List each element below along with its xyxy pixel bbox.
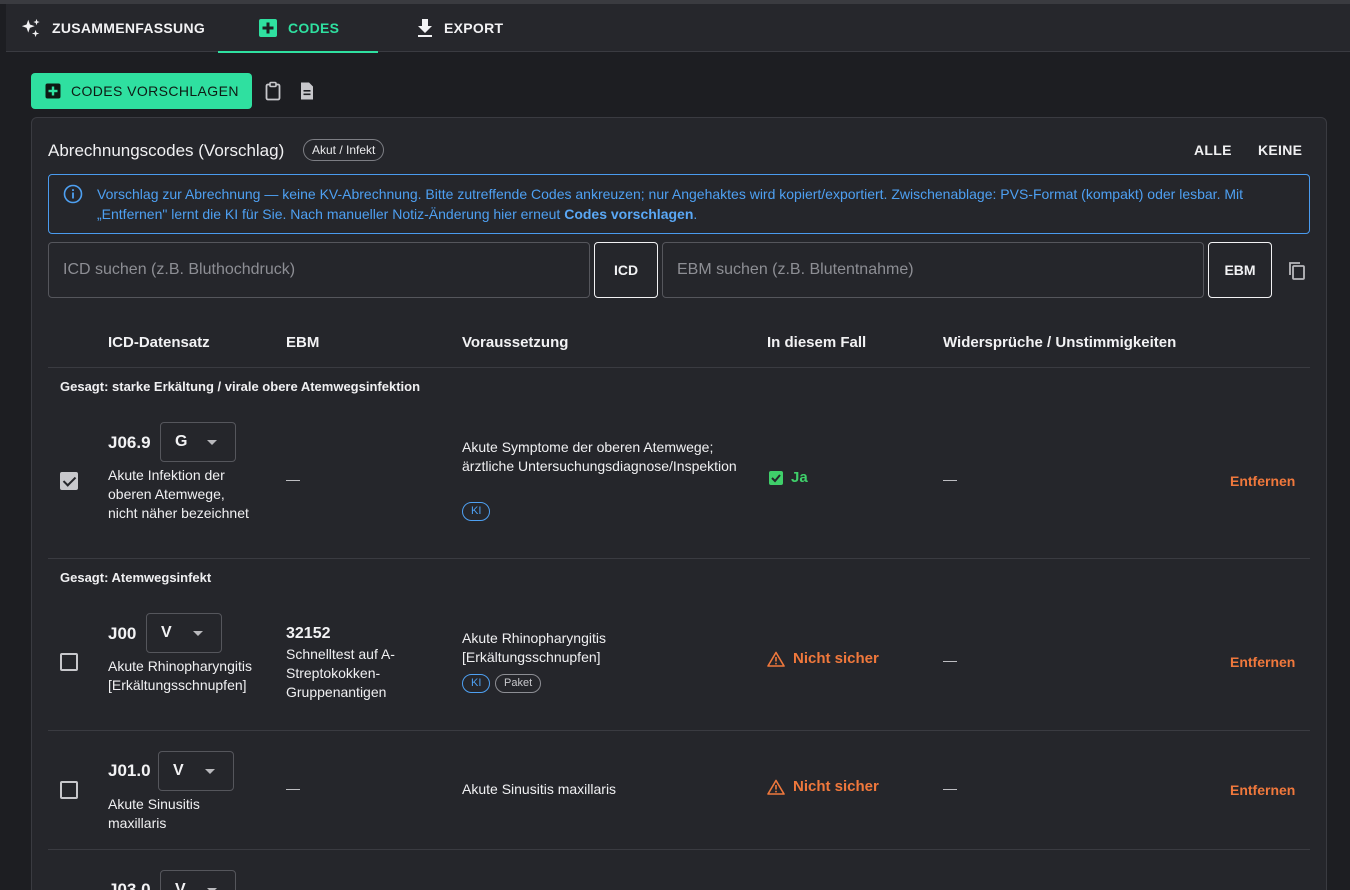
status-yes: Ja — [769, 469, 808, 486]
remove-button[interactable]: Entfernen — [1230, 782, 1295, 798]
requirement-text: Akute Sinusitis maxillaris — [462, 781, 617, 797]
icd-code: J01.0 — [108, 761, 151, 780]
check-box-icon — [769, 470, 783, 485]
group-label: Gesagt: starke Erkältung / virale obere … — [60, 379, 421, 394]
context-chip: Akut / Infekt — [303, 139, 385, 161]
tab-zusammenfassung[interactable]: ZUSAMMENFASSUNG — [20, 4, 205, 52]
plus-box-icon — [259, 19, 277, 37]
row-checkbox[interactable] — [60, 653, 78, 671]
ebm-empty: — — [286, 471, 300, 487]
ebm-code: 32152 — [286, 625, 331, 642]
conflicts-empty: — — [943, 652, 957, 668]
ebm-description: Schnelltest auf A-Streptokokken-Gruppena… — [286, 646, 395, 700]
row-divider — [48, 849, 1310, 850]
icd-search-button[interactable]: ICD — [594, 242, 658, 298]
info-icon — [63, 184, 83, 204]
icd-code: J06.9 — [108, 433, 151, 452]
tab-label: ZUSAMMENFASSUNG — [52, 20, 206, 36]
tab-codes[interactable]: CODES — [218, 4, 378, 53]
col-header-requirement[interactable]: Voraussetzung — [462, 334, 568, 351]
suggest-codes-button[interactable]: CODES VORSCHLAGEN — [31, 73, 252, 109]
qualifier-value: V — [173, 762, 184, 779]
select-all-button[interactable]: ALLE — [1194, 142, 1232, 158]
col-header-ebm[interactable]: EBM — [286, 334, 319, 351]
group-label: Gesagt: Atemwegsinfekt — [60, 570, 212, 585]
icd-description: Akute Sinusitis maxillaris — [108, 796, 200, 831]
qualifier-value: G — [175, 433, 188, 450]
header-divider — [48, 367, 1310, 368]
chevron-down-icon — [205, 769, 215, 774]
icd-description: Akute Infektion der oberen Atemwege, nic… — [108, 467, 249, 521]
col-header-this-case[interactable]: In diesem Fall — [767, 334, 866, 351]
qualifier-select[interactable]: V — [160, 870, 236, 890]
document-icon[interactable] — [297, 81, 317, 101]
status-unsure: Nicht sicher — [767, 650, 879, 667]
suggest-codes-label: CODES VORSCHLAGEN — [71, 83, 239, 99]
info-alert: Vorschlag zur Abrechnung — keine KV-Abre… — [48, 174, 1310, 234]
remove-button[interactable]: Entfernen — [1230, 473, 1295, 489]
ki-badge: KI — [462, 502, 491, 521]
warning-icon — [767, 779, 785, 795]
row-divider — [48, 558, 1310, 559]
qualifier-select[interactable]: V — [146, 613, 222, 653]
status-unsure: Nicht sicher — [767, 778, 879, 795]
requirement-text: Akute Rhinopharyngitis [Erkältungsschnup… — [462, 630, 606, 665]
clipboard-icon[interactable] — [263, 81, 283, 101]
remove-button[interactable]: Entfernen — [1230, 654, 1295, 670]
qualifier-select[interactable]: G — [160, 422, 236, 462]
tab-export[interactable]: EXPORT — [416, 4, 503, 52]
ebm-search-input[interactable] — [662, 242, 1204, 298]
status-label: Nicht sicher — [793, 650, 879, 667]
chevron-down-icon — [207, 440, 217, 445]
qualifier-value: V — [161, 624, 172, 641]
billing-codes-card: Abrechnungscodes (Vorschlag) Akut / Infe… — [31, 117, 1327, 890]
download-icon — [418, 19, 432, 37]
qualifier-value: V — [175, 881, 186, 890]
alert-text: Vorschlag zur Abrechnung — keine KV-Abre… — [97, 184, 1297, 224]
col-header-conflicts[interactable]: Widersprüche / Unstimmigkeiten — [943, 334, 1176, 351]
copy-icon[interactable] — [1287, 261, 1307, 281]
row-checkbox[interactable] — [60, 781, 78, 799]
tab-label: CODES — [288, 20, 340, 36]
select-none-button[interactable]: KEINE — [1258, 142, 1302, 158]
tab-label: EXPORT — [444, 20, 504, 36]
ki-badge: KI — [462, 674, 491, 693]
row-checkbox[interactable] — [60, 472, 78, 490]
icd-code: J03.0 — [108, 880, 151, 890]
ebm-empty: — — [286, 780, 300, 796]
icd-code: J00 — [108, 624, 137, 643]
card-title: Abrechnungscodes (Vorschlag) — [48, 141, 285, 160]
plus-box-icon — [45, 83, 61, 99]
ebm-search-button[interactable]: EBM — [1208, 242, 1272, 298]
warning-icon — [767, 651, 785, 667]
conflicts-empty: — — [943, 471, 957, 487]
col-header-icd[interactable]: ICD-Datensatz — [108, 334, 210, 351]
sparkles-icon — [21, 18, 40, 38]
paket-badge: Paket — [495, 674, 542, 693]
icd-description: Akute Rhinopharyngitis [Erkältungsschnup… — [108, 658, 252, 693]
suggest-codes-link[interactable]: Codes vorschlagen — [564, 206, 693, 222]
status-label: Ja — [791, 469, 808, 486]
row-divider — [48, 730, 1310, 731]
chevron-down-icon — [193, 631, 203, 636]
qualifier-select[interactable]: V — [158, 751, 234, 791]
status-label: Nicht sicher — [793, 778, 879, 795]
alert-end: . — [693, 206, 698, 222]
conflicts-empty: — — [943, 780, 957, 796]
icd-search-input[interactable] — [48, 242, 590, 298]
tab-bar: ZUSAMMENFASSUNG CODES EXPORT — [6, 4, 1350, 53]
requirement-text: Akute Symptome der oberen Atemwege; ärzt… — [462, 439, 737, 474]
